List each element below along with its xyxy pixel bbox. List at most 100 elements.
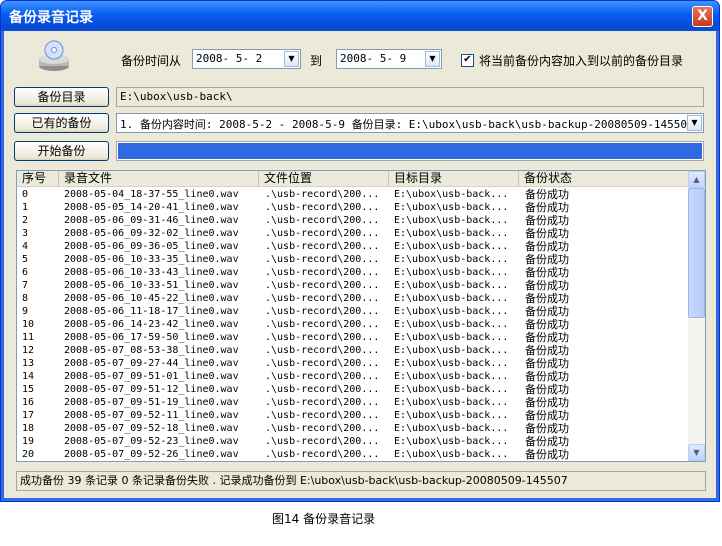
row-index: 9 [22, 306, 29, 317]
table-row[interactable]: 9 2008-05-06_11-18-17_line0.wav .\usb-reco… [17, 305, 689, 318]
to-date-value: 2008- 5- 9 [340, 52, 407, 65]
table-row[interactable]: 20 2008-05-07_09-52-26_line0.wav .\usb-rec… [17, 448, 689, 461]
row-location: .\usb-record\200... [265, 371, 380, 382]
row-status: 备份成功 [525, 214, 569, 227]
chevron-down-icon[interactable]: ▼ [425, 51, 440, 67]
status-bar: 成功备份 39 条记录 0 条记录备份失败 . 记录成功备份到 E:\ubox\… [16, 471, 706, 491]
from-label: 备份时间从 [121, 54, 182, 68]
table-row[interactable]: 7 2008-05-06_10-33-51_line0.wav .\usb-reco… [17, 279, 689, 292]
row-location: .\usb-record\200... [265, 345, 380, 356]
row-file: 2008-05-07_09-52-11_line0.wav [64, 410, 239, 421]
title-bar[interactable]: 备份录音记录 X [1, 1, 719, 31]
scroll-down-icon[interactable]: ▼ [688, 444, 705, 461]
row-index: 6 [22, 267, 29, 278]
scroll-up-icon[interactable]: ▲ [688, 171, 705, 188]
row-index: 3 [22, 228, 29, 239]
table-row[interactable]: 15 2008-05-07_09-51-12_line0.wav .\usb-rec… [17, 383, 689, 396]
row-file: 2008-05-06_10-45-22_line0.wav [64, 293, 239, 304]
row-target: E:\ubox\usb-back... [394, 189, 509, 200]
existing-backups-value: 1. 备份内容时间: 2008-5-2 - 2008-5-9 备份目录: E:\… [120, 118, 694, 131]
table-row[interactable]: 13 2008-05-07_09-27-44_line0.wav .\usb-rec… [17, 357, 689, 370]
row-index: 10 [22, 319, 35, 330]
table-row[interactable]: 0 2008-05-04_18-37-55_line0.wav .\usb-reco… [17, 188, 689, 201]
column-header-target[interactable]: 目标目录 [389, 171, 519, 187]
backup-dir-field[interactable]: E:\ubox\usb-back\ [116, 87, 704, 107]
table-row[interactable]: 2 2008-05-06_09-31-46_line0.wav .\usb-reco… [17, 214, 689, 227]
table-row[interactable]: 14 2008-05-07_09-51-01_line0.wav .\usb-rec… [17, 370, 689, 383]
table-row[interactable]: 12 2008-05-07_08-53-38_line0.wav .\usb-rec… [17, 344, 689, 357]
row-file: 2008-05-06_10-33-51_line0.wav [64, 280, 239, 291]
row-file: 2008-05-06_10-33-35_line0.wav [64, 254, 239, 265]
column-header-location[interactable]: 文件位置 [259, 171, 389, 187]
row-file: 2008-05-06_17-59-50_line0.wav [64, 332, 239, 343]
table-row[interactable]: 18 2008-05-07_09-52-18_line0.wav .\usb-rec… [17, 422, 689, 435]
table-row[interactable]: 17 2008-05-07_09-52-11_line0.wav .\usb-rec… [17, 409, 689, 422]
column-header-status[interactable]: 备份状态 [519, 171, 689, 187]
row-status: 备份成功 [525, 240, 569, 253]
row-target: E:\ubox\usb-back... [394, 319, 509, 330]
row-index: 7 [22, 280, 29, 291]
row-status: 备份成功 [525, 318, 569, 331]
row-index: 0 [22, 189, 29, 200]
row-location: .\usb-record\200... [265, 189, 380, 200]
row-index: 13 [22, 358, 35, 369]
vertical-scrollbar[interactable]: ▲ ▼ [688, 171, 705, 461]
from-date-picker[interactable]: 2008- 5- 2 ▼ [192, 49, 301, 69]
table-row[interactable]: 5 2008-05-06_10-33-35_line0.wav .\usb-reco… [17, 253, 689, 266]
row-index: 15 [22, 384, 35, 395]
table-row[interactable]: 16 2008-05-07_09-51-19_line0.wav .\usb-rec… [17, 396, 689, 409]
window-title: 备份录音记录 [9, 10, 93, 26]
row-target: E:\ubox\usb-back... [394, 332, 509, 343]
row-file: 2008-05-07_09-52-23_line0.wav [64, 436, 239, 447]
table-row[interactable]: 8 2008-05-06_10-45-22_line0.wav .\usb-reco… [17, 292, 689, 305]
row-status: 备份成功 [525, 435, 569, 448]
records-table[interactable]: 序号 录音文件 文件位置 目标目录 备份状态 0 2008-05-04_18-37… [16, 170, 706, 462]
row-file: 2008-05-07_09-51-12_line0.wav [64, 384, 239, 395]
append-checkbox[interactable]: ✔ [461, 54, 474, 67]
table-row[interactable]: 1 2008-05-05_14-20-41_line0.wav .\usb-reco… [17, 201, 689, 214]
row-status: 备份成功 [525, 409, 569, 422]
column-header-file[interactable]: 录音文件 [59, 171, 259, 187]
table-row[interactable]: 19 2008-05-07_09-52-23_line0.wav .\usb-rec… [17, 435, 689, 448]
existing-backups-button[interactable]: 已有的备份 [14, 113, 109, 133]
row-file: 2008-05-06_10-33-43_line0.wav [64, 267, 239, 278]
table-header: 序号 录音文件 文件位置 目标目录 备份状态 [17, 171, 689, 187]
table-row[interactable]: 6 2008-05-06_10-33-43_line0.wav .\usb-reco… [17, 266, 689, 279]
row-location: .\usb-record\200... [265, 397, 380, 408]
to-date-picker[interactable]: 2008- 5- 9 ▼ [336, 49, 442, 69]
row-target: E:\ubox\usb-back... [394, 202, 509, 213]
scroll-thumb[interactable] [688, 188, 705, 318]
close-icon[interactable]: X [692, 6, 713, 27]
row-location: .\usb-record\200... [265, 332, 380, 343]
row-target: E:\ubox\usb-back... [394, 423, 509, 434]
dialog-body: 备份时间从 2008- 5- 2 ▼ 到 2008- 5- 9 ▼ ✔ 将当前备… [4, 31, 716, 498]
row-status: 备份成功 [525, 188, 569, 201]
row-index: 2 [22, 215, 29, 226]
table-row[interactable]: 10 2008-05-06_14-23-42_line0.wav .\usb-rec… [17, 318, 689, 331]
table-row[interactable]: 11 2008-05-06_17-59-50_line0.wav .\usb-rec… [17, 331, 689, 344]
row-location: .\usb-record\200... [265, 449, 380, 460]
table-row[interactable]: 4 2008-05-06_09-36-05_line0.wav .\usb-reco… [17, 240, 689, 253]
chevron-down-icon[interactable]: ▼ [284, 51, 299, 67]
row-status: 备份成功 [525, 370, 569, 383]
row-target: E:\ubox\usb-back... [394, 306, 509, 317]
row-location: .\usb-record\200... [265, 228, 380, 239]
row-location: .\usb-record\200... [265, 254, 380, 265]
to-label: 到 [310, 54, 323, 68]
backup-dir-button[interactable]: 备份目录 [14, 87, 109, 107]
row-location: .\usb-record\200... [265, 410, 380, 421]
row-target: E:\ubox\usb-back... [394, 436, 509, 447]
row-status: 备份成功 [525, 305, 569, 318]
row-target: E:\ubox\usb-back... [394, 345, 509, 356]
row-target: E:\ubox\usb-back... [394, 449, 509, 460]
table-row[interactable]: 3 2008-05-06_09-32-02_line0.wav .\usb-reco… [17, 227, 689, 240]
row-location: .\usb-record\200... [265, 384, 380, 395]
row-target: E:\ubox\usb-back... [394, 215, 509, 226]
row-index: 12 [22, 345, 35, 356]
existing-backups-select[interactable]: 1. 备份内容时间: 2008-5-2 - 2008-5-9 备份目录: E:\… [116, 113, 704, 133]
row-index: 11 [22, 332, 35, 343]
chevron-down-icon[interactable]: ▼ [687, 115, 702, 131]
start-backup-button[interactable]: 开始备份 [14, 141, 109, 161]
column-header-index[interactable]: 序号 [17, 171, 59, 187]
row-target: E:\ubox\usb-back... [394, 293, 509, 304]
